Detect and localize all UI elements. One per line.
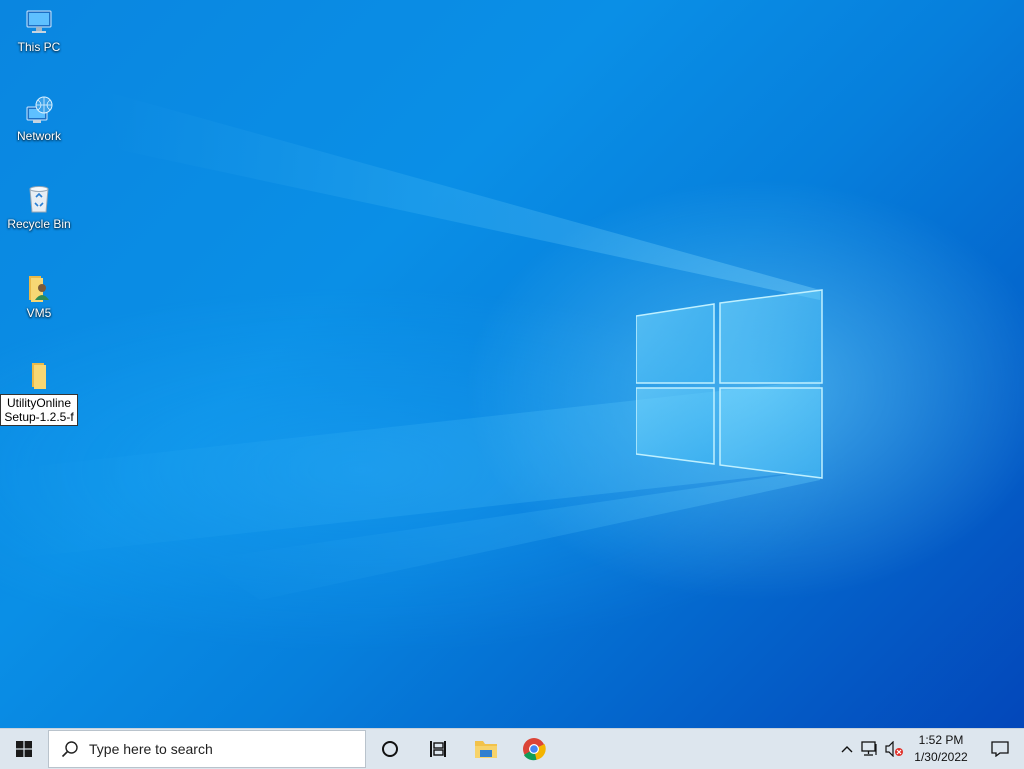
clock-date: 1/30/2022: [914, 750, 968, 764]
network-status-button[interactable]: [858, 729, 882, 769]
desktop-icon-recycle-bin[interactable]: Recycle Bin: [2, 183, 76, 231]
file-explorer-icon: [475, 741, 497, 758]
desktop-icon-network[interactable]: Network: [2, 95, 76, 143]
rename-input[interactable]: UtilityOnlineSetup-1.2.5-f: [0, 394, 78, 426]
desktop-icon-utility-setup[interactable]: UtilityOnlineSetup-1.2.5-f: [0, 360, 78, 426]
chevron-up-icon: [841, 746, 853, 753]
search-box[interactable]: Type here to search: [48, 730, 366, 768]
system-tray: 1:52 PM 1/30/2022: [836, 729, 1024, 769]
volume-button[interactable]: [882, 729, 906, 769]
desktop-icon-label: This PC: [17, 40, 61, 54]
task-view-button[interactable]: [414, 729, 462, 769]
windows-logo: [636, 289, 823, 479]
file-explorer-button[interactable]: [462, 729, 510, 769]
taskbar: Type here to search 1:52 PM 1/30/2022: [0, 728, 1024, 769]
network-status-icon: [861, 741, 877, 756]
search-placeholder: Type here to search: [89, 741, 213, 757]
cortana-button[interactable]: [366, 729, 414, 769]
clock[interactable]: 1:52 PM 1/30/2022: [906, 729, 976, 769]
network-icon: [26, 96, 53, 123]
search-icon: [61, 741, 78, 758]
cortana-icon: [382, 741, 398, 757]
start-icon: [16, 741, 32, 757]
chrome-button[interactable]: [510, 729, 558, 769]
desktop-icon-label: Recycle Bin: [7, 217, 71, 231]
desktop-icon-label: VM5: [26, 306, 52, 320]
desktop-icon-vm5[interactable]: VM5: [2, 272, 76, 320]
wallpaper-light-beams: [0, 90, 820, 600]
notifications-button[interactable]: [976, 729, 1024, 769]
recycle-bin-icon: [29, 186, 49, 213]
show-hidden-icons-button[interactable]: [836, 729, 858, 769]
desktop-icon-label: Network: [16, 129, 61, 143]
clock-time: 1:52 PM: [918, 733, 964, 747]
chrome-icon: [523, 738, 546, 761]
task-view-icon: [430, 741, 446, 757]
volume-muted-icon: [885, 741, 903, 757]
user-folder-icon: [29, 276, 49, 302]
folder-icon: [32, 363, 46, 389]
desktop-icon-this-pc[interactable]: This PC: [2, 6, 76, 54]
notifications-icon: [991, 741, 1009, 757]
start-button[interactable]: [0, 729, 48, 769]
this-pc-icon: [26, 10, 52, 33]
